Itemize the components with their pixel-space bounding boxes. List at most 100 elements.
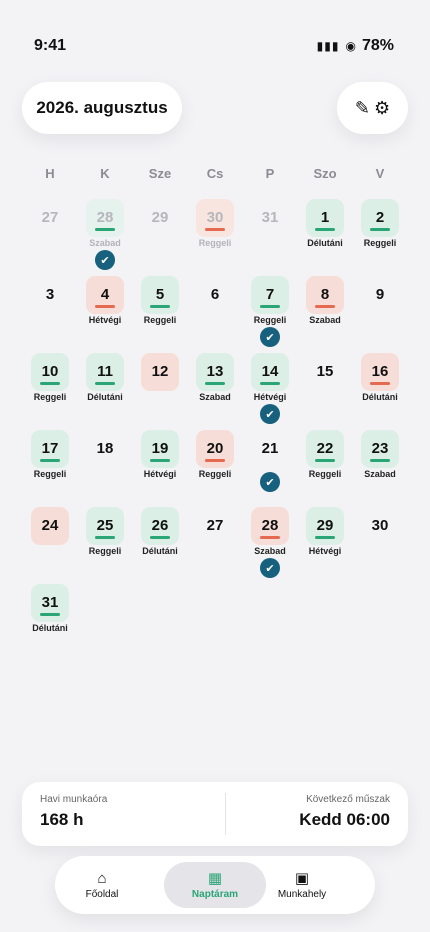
calendar-day[interactable]: 28 Szabad ✔ xyxy=(250,507,290,578)
day-tile: 5 xyxy=(141,276,179,314)
day-tile: 28 xyxy=(86,199,124,237)
day-number: 2 xyxy=(375,208,385,226)
shift-indicator-bar xyxy=(315,536,335,539)
day-number: 28 xyxy=(261,516,279,534)
calendar-day[interactable]: 30 xyxy=(360,507,400,545)
shift-indicator-bar xyxy=(95,305,115,308)
shift-label: Reggeli xyxy=(363,238,397,248)
day-tile: 6 xyxy=(196,276,234,314)
shift-label: Hétvégi xyxy=(88,315,122,325)
shift-indicator-bar xyxy=(315,459,335,462)
shift-label: Szabad xyxy=(309,315,341,325)
day-number: 20 xyxy=(206,439,224,457)
day-tile: 16 xyxy=(361,353,399,391)
calendar-day[interactable]: 26 Délutáni xyxy=(140,507,180,556)
shift-label: Reggeli xyxy=(198,238,232,248)
day-number: 5 xyxy=(155,285,165,303)
calendar-day[interactable]: 31 xyxy=(250,199,290,237)
calendar-day[interactable]: 7 Reggeli ✔ xyxy=(250,276,290,347)
day-tile: 20 xyxy=(196,430,234,468)
shift-indicator-bar xyxy=(95,228,115,231)
day-tile: 21 xyxy=(251,430,289,468)
day-number: 26 xyxy=(151,516,169,534)
nav-label-workplace: Munkahely xyxy=(277,889,327,900)
calendar-day[interactable]: 13 Szabad xyxy=(195,353,235,402)
calendar-day[interactable]: 22 Reggeli xyxy=(305,430,345,479)
check-icon: ✔ xyxy=(260,472,280,492)
day-number: 3 xyxy=(45,285,55,303)
calendar-day[interactable]: 25 Reggeli xyxy=(85,507,125,556)
day-tile: 10 xyxy=(31,353,69,391)
day-number: 7 xyxy=(265,285,275,303)
calendar-day[interactable]: 17 Reggeli xyxy=(30,430,70,479)
calendar-day[interactable]: 9 xyxy=(360,276,400,314)
calendar-day[interactable]: 20 Reggeli xyxy=(195,430,235,479)
calendar-day[interactable]: 29 Hétvégi xyxy=(305,507,345,556)
calendar-day[interactable]: 12 xyxy=(140,353,180,391)
calendar-day[interactable]: 24 xyxy=(30,507,70,545)
calendar-day[interactable]: 8 Szabad xyxy=(305,276,345,325)
calendar-day[interactable]: 28 Szabad ✔ xyxy=(85,199,125,270)
bottom-nav: ⌂ Főoldal ▦ Naptáram ▣ Munkahely xyxy=(55,856,375,914)
day-tile: 31 xyxy=(251,199,289,237)
shift-indicator-bar xyxy=(370,459,390,462)
day-number: 31 xyxy=(41,593,59,611)
day-tile: 19 xyxy=(141,430,179,468)
day-number: 12 xyxy=(151,362,169,380)
next-shift-value: Kedd 06:00 xyxy=(299,810,390,829)
workplace-icon: ▣ xyxy=(294,870,310,887)
day-tile: 24 xyxy=(31,507,69,545)
shift-indicator-bar xyxy=(40,382,60,385)
calendar-day[interactable]: 30 Reggeli xyxy=(195,199,235,248)
day-tile: 29 xyxy=(141,199,179,237)
calendar-day[interactable]: 6 xyxy=(195,276,235,314)
calendar-day[interactable]: 10 Reggeli xyxy=(30,353,70,402)
calendar-grid: 27 28 Szabad ✔ 29 30 Reggeli 31 1 Délutáni 2 Reggel… xyxy=(0,0,430,700)
calendar-day[interactable]: 23 Szabad xyxy=(360,430,400,479)
calendar-day[interactable]: 14 Hétvégi ✔ xyxy=(250,353,290,424)
shift-label: Délutáni xyxy=(87,392,123,402)
monthly-hours-label: Havi munkaóra xyxy=(40,794,108,805)
day-tile: 30 xyxy=(196,199,234,237)
day-number: 21 xyxy=(261,439,279,457)
day-tile: 12 xyxy=(141,353,179,391)
calendar-day[interactable]: 3 xyxy=(30,276,70,314)
calendar-day[interactable]: 5 Reggeli xyxy=(140,276,180,325)
day-tile: 25 xyxy=(86,507,124,545)
day-tile: 2 xyxy=(361,199,399,237)
day-number: 1 xyxy=(320,208,330,226)
calendar-day[interactable]: 2 Reggeli xyxy=(360,199,400,248)
shift-label: Délutáni xyxy=(362,392,398,402)
day-tile: 14 xyxy=(251,353,289,391)
day-tile: 27 xyxy=(196,507,234,545)
nav-item-workplace[interactable]: ▣ Munkahely xyxy=(251,862,353,908)
calendar-day[interactable]: 1 Délutáni xyxy=(305,199,345,248)
nav-item-home[interactable]: ⌂ Főoldal xyxy=(51,862,153,908)
day-tile: 23 xyxy=(361,430,399,468)
calendar-day[interactable]: 29 xyxy=(140,199,180,237)
shift-indicator-bar xyxy=(40,459,60,462)
check-icon: ✔ xyxy=(260,327,280,347)
calendar-day[interactable]: 31 Délutáni xyxy=(30,584,70,633)
shift-label: Reggeli xyxy=(253,315,287,325)
shift-label: Reggeli xyxy=(308,469,342,479)
calendar-day[interactable]: 4 Hétvégi xyxy=(85,276,125,325)
day-number: 11 xyxy=(97,362,113,380)
calendar-day[interactable]: 16 Délutáni xyxy=(360,353,400,402)
day-number: 18 xyxy=(96,439,114,457)
shift-label: Reggeli xyxy=(33,469,67,479)
calendar-day[interactable]: 27 xyxy=(30,199,70,237)
shift-label: Szabad xyxy=(254,546,286,556)
shift-label: Hétvégi xyxy=(253,392,287,402)
calendar-day[interactable]: 18 xyxy=(85,430,125,468)
calendar-day[interactable]: 27 xyxy=(195,507,235,545)
calendar-day[interactable]: 21 ✔ xyxy=(250,430,290,492)
day-number: 16 xyxy=(371,362,389,380)
calendar-day[interactable]: 15 xyxy=(305,353,345,391)
shift-indicator-bar xyxy=(150,536,170,539)
shift-indicator-bar xyxy=(370,382,390,385)
monthly-hours-value: 168 h xyxy=(40,810,84,829)
shift-indicator-bar xyxy=(95,382,115,385)
calendar-day[interactable]: 11 Délutáni xyxy=(85,353,125,402)
calendar-day[interactable]: 19 Hétvégi xyxy=(140,430,180,479)
